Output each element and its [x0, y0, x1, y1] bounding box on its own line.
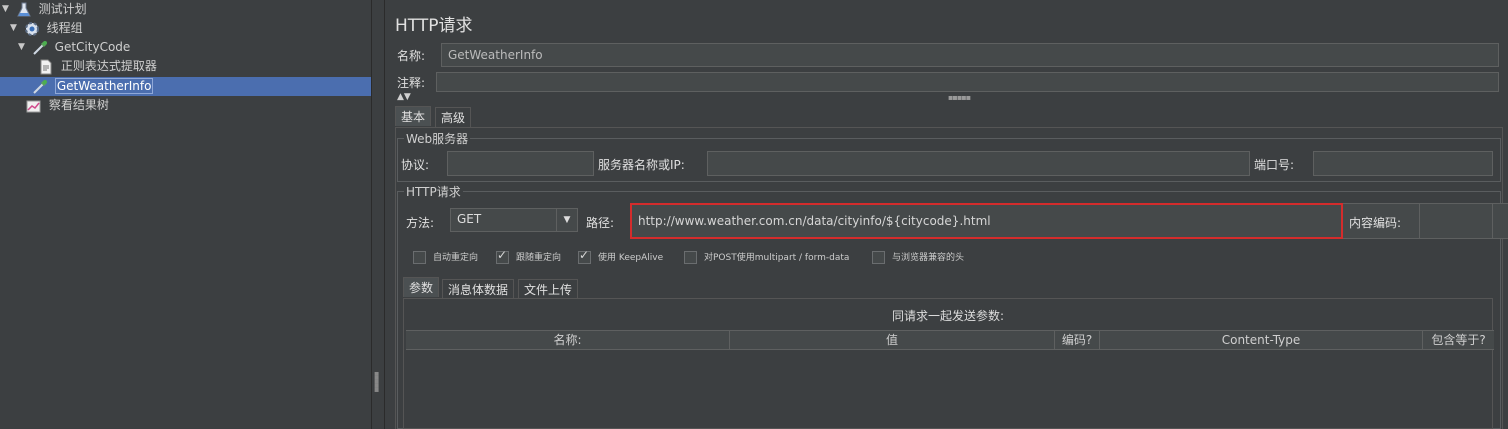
tree-item-label: 察看结果树	[48, 98, 109, 112]
encoding-field[interactable]	[1419, 203, 1493, 239]
tree-item-label: GetCityCode	[54, 40, 131, 54]
checkbox-multipart[interactable]: 对POST使用multipart / form-data	[684, 250, 849, 264]
expand-arrow-icon[interactable]: ▼	[10, 19, 20, 38]
checkbox-icon[interactable]	[684, 251, 697, 264]
protocol-label: 协议:	[401, 158, 430, 172]
checkbox-label: 与浏览器兼容的头	[892, 253, 965, 263]
http-request-panel: HTTP请求 名称: GetWeatherInfo 注释: ▲▼ ▪▪▪▪▪ 基…	[385, 0, 1508, 429]
table-header: 名称: 值 编码? Content-Type 包含等于?	[406, 330, 1494, 350]
checkbox-follow-redirects[interactable]: 跟随重定向	[496, 248, 562, 264]
encoding-label: 内容编码:	[1349, 216, 1402, 230]
name-field[interactable]: GetWeatherInfo	[441, 43, 1499, 67]
column-header-value[interactable]: 值	[730, 331, 1055, 349]
checkbox-label: 使用 KeepAlive	[598, 253, 664, 263]
checkbox-label: 跟随重定向	[516, 253, 562, 263]
checkbox-auto-redirect[interactable]: 自动重定向	[413, 250, 478, 264]
port-field[interactable]	[1313, 151, 1493, 176]
server-label: 服务器名称或IP:	[598, 158, 685, 172]
test-plan-tree: ▼ 测试计划 ▼ 线程组 ▼ GetCityCode 正则表达式提取器 GetW…	[0, 0, 371, 429]
tab-parameters[interactable]: 参数	[403, 277, 440, 297]
pipette-icon	[32, 40, 48, 56]
group-title: HTTP请求	[404, 183, 463, 200]
tree-item-view-results-tree[interactable]: 察看结果树	[26, 96, 109, 115]
pipette-icon	[32, 79, 48, 95]
server-field[interactable]	[707, 151, 1250, 176]
tree-item-label: 线程组	[46, 21, 83, 35]
path-field[interactable]: http://www.weather.com.cn/data/cityinfo/…	[630, 203, 1343, 239]
checkbox-checked-icon[interactable]	[496, 248, 509, 264]
group-title: Web服务器	[404, 130, 471, 147]
tree-item-label: 测试计划	[38, 2, 87, 16]
tree-item-regex-extractor[interactable]: 正则表达式提取器	[38, 57, 157, 76]
tab-file-upload[interactable]: 文件上传	[518, 279, 579, 299]
path-label: 路径:	[586, 216, 615, 230]
checkbox-label: 自动重定向	[433, 253, 479, 263]
comment-field[interactable]	[436, 72, 1499, 92]
tree-item-label: 正则表达式提取器	[60, 59, 157, 73]
tab-basic[interactable]: 基本	[395, 106, 432, 126]
tree-item-test-plan[interactable]: ▼ 测试计划	[2, 0, 87, 19]
column-header-include-equals[interactable]: 包含等于?	[1423, 331, 1494, 349]
tree-item-getweatherinfo[interactable]: GetWeatherInfo	[32, 77, 154, 96]
method-label: 方法:	[406, 216, 435, 230]
checkbox-icon[interactable]	[413, 251, 426, 264]
checkbox-browser-headers[interactable]: 与浏览器兼容的头	[872, 250, 964, 264]
tree-item-getcitycode[interactable]: ▼ GetCityCode	[18, 38, 130, 57]
name-label: 名称:	[397, 49, 426, 63]
flask-icon	[16, 2, 32, 18]
checkbox-checked-icon[interactable]	[578, 248, 591, 264]
checkbox-label: 对POST使用multipart / form-data	[704, 253, 850, 263]
protocol-field[interactable]	[447, 151, 594, 176]
expand-arrow-icon[interactable]: ▼	[18, 38, 28, 57]
gear-icon	[24, 21, 40, 37]
method-select[interactable]: GET ▼	[450, 208, 578, 232]
column-header-name[interactable]: 名称:	[406, 331, 730, 349]
tree-item-thread-group[interactable]: ▼ 线程组	[10, 19, 83, 38]
tab-advanced[interactable]: 高级	[435, 107, 472, 127]
expand-arrow-icon[interactable]: ▼	[2, 0, 12, 19]
checkbox-icon[interactable]	[872, 251, 885, 264]
page-title: HTTP请求	[395, 16, 473, 36]
tab-body-data[interactable]: 消息体数据	[442, 279, 515, 299]
parameters-table: 同请求一起发送参数: 名称: 值 编码? Content-Type 包含等于?	[403, 298, 1494, 429]
path-value: http://www.weather.com.cn/data/cityinfo/…	[638, 214, 991, 228]
drag-grip-icon[interactable]: ▪ ▪ ▪ ▪ ▪	[374, 370, 379, 394]
parameters-title: 同请求一起发送参数:	[891, 309, 1005, 323]
document-icon	[38, 59, 54, 75]
collapse-arrows-icon[interactable]: ▲▼	[397, 92, 411, 102]
column-header-encode[interactable]: 编码?	[1055, 331, 1100, 349]
resize-grip-icon[interactable]: ▪▪▪▪▪	[948, 93, 971, 102]
column-header-content-type[interactable]: Content-Type	[1100, 331, 1423, 349]
chart-icon	[26, 98, 42, 114]
tree-item-label: GetWeatherInfo	[54, 78, 154, 94]
chevron-down-icon[interactable]: ▼	[556, 209, 577, 231]
comment-label: 注释:	[397, 76, 426, 90]
checkbox-keepalive[interactable]: 使用 KeepAlive	[578, 248, 664, 264]
split-pane-divider[interactable]: ▪ ▪ ▪ ▪ ▪	[371, 0, 385, 429]
port-label: 端口号:	[1254, 158, 1295, 172]
method-value: GET	[457, 212, 482, 226]
